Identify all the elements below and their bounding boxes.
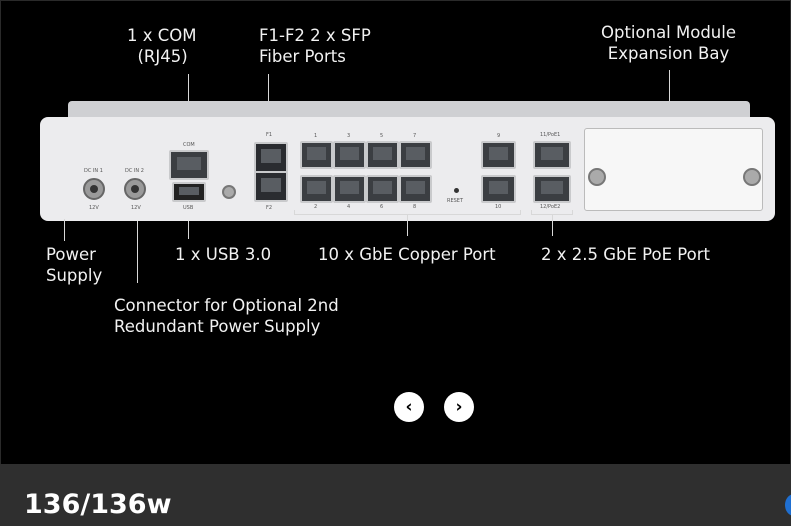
ground-screw-icon <box>222 185 236 199</box>
label-usb: 1 x USB 3.0 <box>175 245 272 264</box>
dc-in-2-voltage: 12V <box>131 205 141 211</box>
sfp-port-f2 <box>254 171 288 202</box>
dc-in-1-voltage: 12V <box>89 205 99 211</box>
port-num-1: 1 <box>314 133 318 139</box>
copper-port-9 <box>481 141 516 169</box>
dc-in-2-connector <box>124 178 146 200</box>
reset-label: RESET <box>447 198 464 204</box>
leader-line-redundant <box>137 221 138 283</box>
poe-port-1-label: 11/PoE1 <box>540 132 561 138</box>
label-com-port: 1 x COM (RJ45) <box>127 26 197 66</box>
sfp-f1-label: F1 <box>266 132 273 138</box>
carousel-prev-button[interactable]: ‹ <box>394 392 424 422</box>
label-module-bay: Optional Module Expansion Bay <box>601 23 737 63</box>
dc-in-2-label: DC IN 2 <box>125 168 144 174</box>
copper-port-4 <box>333 175 366 203</box>
copper-port-7 <box>399 141 432 169</box>
port-num-5: 5 <box>380 133 384 139</box>
sfp-f2-label: F2 <box>266 205 273 211</box>
carousel-next-button[interactable]: › <box>444 392 474 422</box>
com-port-label: COM <box>183 142 195 148</box>
poe-port-2 <box>533 175 571 203</box>
port-num-9: 9 <box>497 133 501 139</box>
stage-border <box>0 0 791 464</box>
copper-port-3 <box>333 141 366 169</box>
copper-port-8 <box>399 175 432 203</box>
leader-line-power <box>64 219 65 241</box>
carousel-image-stage: 1 x COM (RJ45) F1-F2 2 x SFP Fiber Ports… <box>0 0 791 464</box>
chevron-left-icon: ‹ <box>405 397 413 417</box>
label-redundant-power: Connector for Optional 2nd Redundant Pow… <box>114 296 339 336</box>
leader-line-usb <box>188 221 189 239</box>
label-poe-ports: 2 x 2.5 GbE PoE Port <box>541 245 711 264</box>
com-port <box>169 150 209 180</box>
dc-in-1-connector <box>83 178 105 200</box>
dc-in-1-label: DC IN 1 <box>84 168 103 174</box>
copper-port-10 <box>481 175 516 203</box>
copper-port-5 <box>366 141 399 169</box>
copper-port-6 <box>366 175 399 203</box>
reset-button <box>454 188 459 193</box>
label-sfp-ports: F1-F2 2 x SFP Fiber Ports <box>259 26 371 66</box>
usb-port <box>172 182 206 202</box>
port-num-7: 7 <box>413 133 417 139</box>
usb-port-label: USB <box>183 205 194 211</box>
sfp-port-f1 <box>254 142 288 173</box>
poe-port-1 <box>533 141 571 169</box>
module-expansion-bay <box>584 128 763 211</box>
bay-screw-right-icon <box>743 168 761 186</box>
copper-port-1 <box>300 141 333 169</box>
copper-port-2 <box>300 175 333 203</box>
chevron-right-icon: › <box>455 397 463 417</box>
label-power-supply: Power Supply <box>46 245 103 285</box>
leader-line-poe <box>552 214 553 236</box>
label-copper-ports: 10 x GbE Copper Port <box>318 245 496 264</box>
product-title: 136/136w <box>24 489 172 520</box>
bay-screw-left-icon <box>588 168 606 186</box>
port-num-3: 3 <box>347 133 351 139</box>
leader-line-copper <box>407 214 408 236</box>
